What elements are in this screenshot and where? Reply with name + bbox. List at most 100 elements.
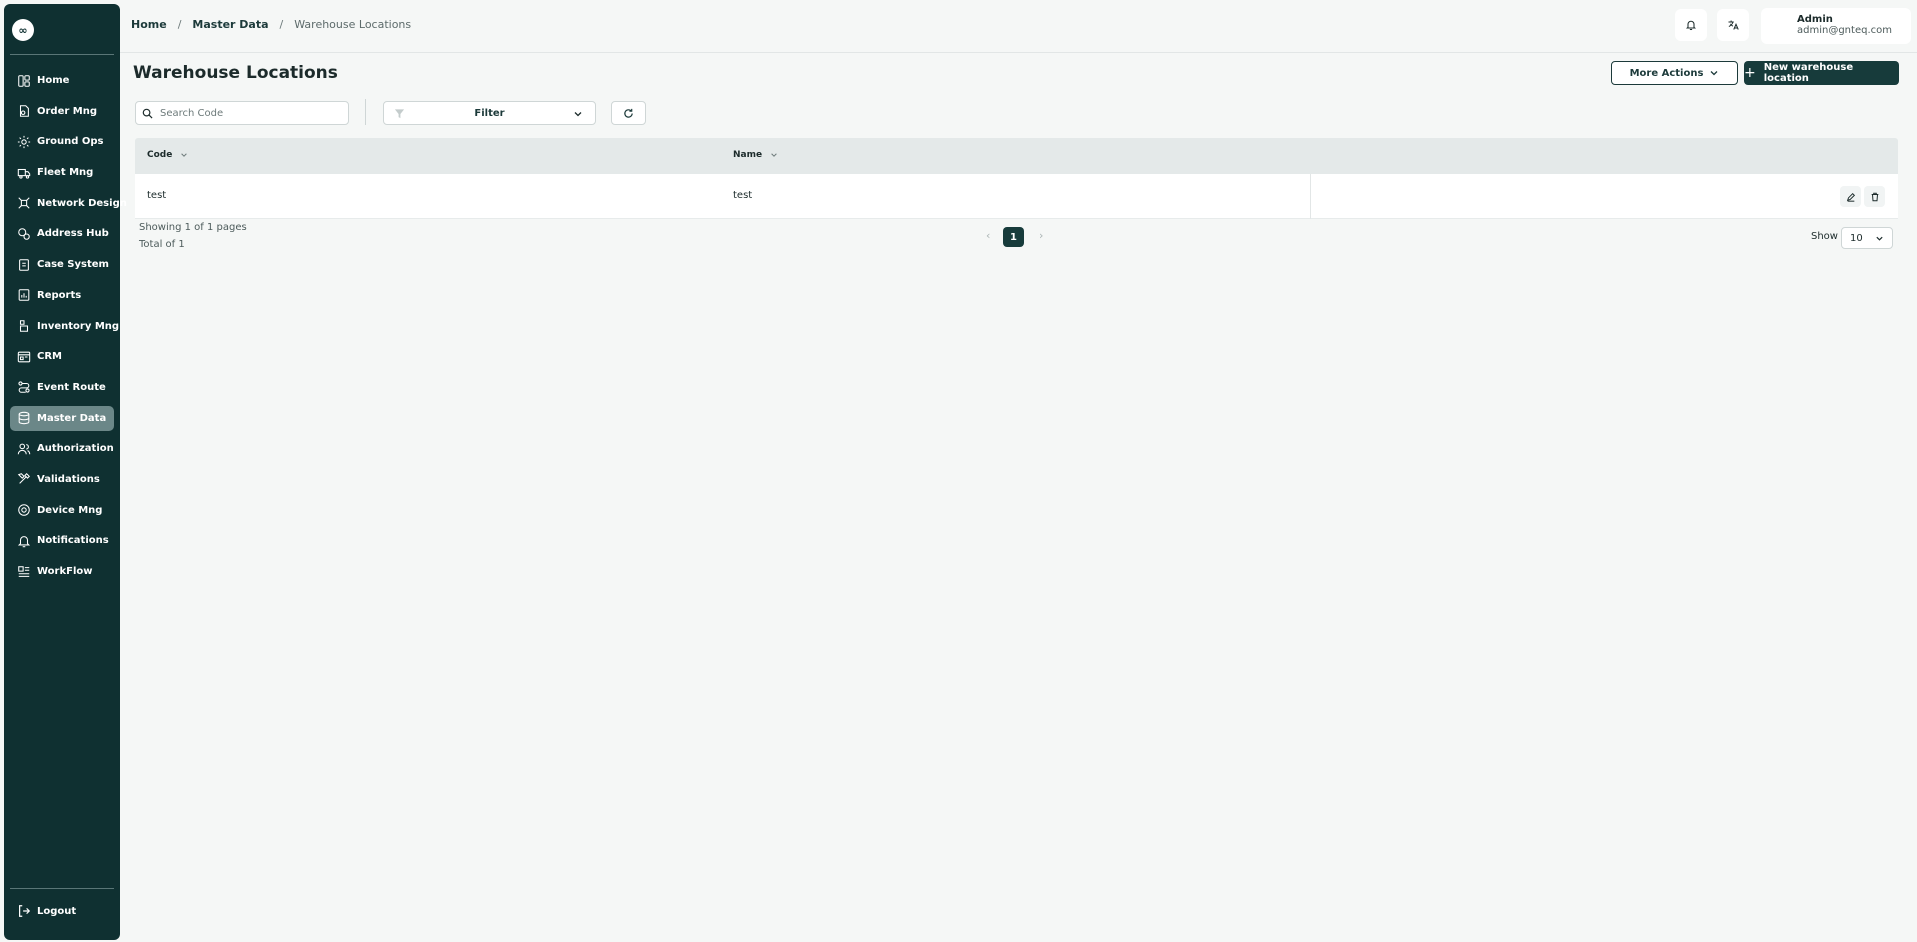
bell-icon	[1685, 20, 1697, 31]
refresh-button[interactable]	[611, 101, 646, 125]
database-icon	[17, 411, 31, 425]
address-icon	[17, 227, 31, 241]
column-header-label: Name	[733, 150, 763, 160]
translate-icon	[1728, 20, 1739, 30]
logout-button[interactable]: Logout	[17, 904, 76, 918]
previous-page-button[interactable]: ‹	[986, 229, 990, 242]
sidebar-item-notifications[interactable]: Notifications	[10, 528, 114, 553]
table-header: Code Name	[135, 138, 1898, 174]
sidebar: ∞ Home Order Mng Ground Ops Fleet Mng Networ…	[4, 4, 127, 940]
column-header-code[interactable]: Code	[147, 150, 188, 160]
breadcrumb-home[interactable]: Home	[131, 18, 167, 31]
sidebar-item-label: Authorization	[37, 443, 114, 455]
tools-icon	[17, 472, 31, 486]
bell-icon	[17, 534, 31, 548]
pagination-showing: Showing 1 of 1 pages	[139, 222, 247, 233]
notifications-button[interactable]	[1675, 9, 1707, 41]
network-icon	[17, 196, 31, 210]
filter-label: Filter	[474, 107, 505, 119]
refresh-icon	[624, 108, 633, 118]
sidebar-item-network-design[interactable]: Network Design	[10, 191, 127, 216]
order-icon	[17, 104, 31, 118]
filter-dropdown[interactable]: Filter	[383, 101, 596, 125]
sidebar-item-label: Reports	[37, 289, 82, 301]
new-button-label: New warehouse location	[1763, 62, 1854, 84]
sidebar-item-label: Master Data	[37, 412, 107, 424]
sidebar-item-crm[interactable]: CRM	[10, 344, 114, 369]
route-icon	[17, 380, 31, 394]
user-email: admin@gnteq.com	[1797, 25, 1892, 36]
sidebar-item-inventory-mng[interactable]: Inventory Mng	[10, 314, 119, 339]
sidebar-item-fleet-mng[interactable]: Fleet Mng	[10, 160, 114, 185]
chevron-down-icon	[574, 112, 582, 117]
breadcrumb-master-data[interactable]: Master Data	[192, 18, 268, 31]
table-row[interactable]: test test	[135, 174, 1898, 219]
page-size-value: 10	[1850, 232, 1863, 244]
sidebar-divider-bottom	[10, 888, 114, 889]
sidebar-item-label: Device Mng	[37, 504, 103, 516]
sidebar-item-reports[interactable]: Reports	[10, 283, 114, 308]
pagination-total: Total of 1	[139, 239, 185, 250]
cell-code: test	[147, 190, 167, 201]
breadcrumb: Home / Master Data / Warehouse Locations	[131, 18, 411, 31]
sidebar-item-address-hub[interactable]: Address Hub	[10, 221, 114, 246]
search-input[interactable]	[160, 107, 340, 119]
sidebar-item-order-mng[interactable]: Order Mng	[10, 99, 114, 124]
sidebar-item-event-route[interactable]: Event Route	[10, 375, 114, 400]
users-icon	[17, 442, 31, 456]
sidebar-item-workflow[interactable]: WorkFlow	[10, 559, 114, 584]
page-number-button[interactable]: 1	[1003, 227, 1024, 247]
sidebar-item-label: WorkFlow	[37, 566, 93, 577]
sidebar-item-ground-ops[interactable]: Ground Ops	[10, 129, 114, 154]
sidebar-item-label: Validations	[37, 473, 100, 485]
more-actions-button[interactable]: More Actions	[1611, 61, 1738, 85]
next-page-button[interactable]: ›	[1039, 229, 1043, 242]
sidebar-item-label: Order Mng	[37, 105, 98, 117]
edit-button[interactable]	[1840, 186, 1861, 207]
case-icon	[17, 258, 31, 272]
sidebar-item-label: Case System	[37, 259, 109, 271]
pencil-icon	[1846, 192, 1855, 202]
warehouse-locations-table: Code Name test test	[135, 138, 1898, 219]
breadcrumb-current: Warehouse Locations	[294, 18, 412, 31]
new-warehouse-location-button[interactable]: + New warehouse location	[1744, 61, 1899, 85]
sidebar-item-label: Network Design	[37, 197, 127, 209]
delete-button[interactable]	[1864, 186, 1885, 207]
cell-name: test	[733, 190, 753, 201]
device-icon	[17, 503, 31, 517]
truck-icon	[17, 166, 31, 180]
sidebar-item-master-data[interactable]: Master Data	[10, 405, 114, 431]
sort-chevron-icon	[771, 153, 777, 157]
sidebar-divider	[10, 54, 114, 55]
ground-ops-icon	[17, 135, 31, 149]
user-name: Admin	[1797, 14, 1833, 25]
sidebar-item-label: CRM	[37, 351, 62, 363]
inventory-icon	[17, 319, 31, 333]
search-box	[135, 101, 349, 125]
sidebar-item-validations[interactable]: Validations	[10, 467, 114, 492]
column-header-name[interactable]: Name	[733, 150, 778, 160]
page-size-select[interactable]: 10	[1841, 227, 1893, 249]
sidebar-item-label: Home	[37, 75, 70, 86]
sidebar-item-label: Address Hub	[37, 228, 109, 240]
sidebar-item-case-system[interactable]: Case System	[10, 252, 114, 277]
search-icon	[142, 108, 153, 119]
app-logo[interactable]: ∞	[12, 19, 34, 41]
sidebar-item-authorization[interactable]: Authorization	[10, 436, 114, 461]
logout-label: Logout	[37, 905, 77, 917]
more-actions-label: More Actions	[1629, 67, 1704, 79]
workflow-icon	[17, 565, 31, 579]
logout-icon	[17, 904, 31, 918]
breadcrumb-separator: /	[177, 18, 182, 31]
language-button[interactable]	[1717, 9, 1749, 41]
user-profile[interactable]: Admin admin@gnteq.com	[1761, 8, 1911, 44]
breadcrumb-separator: /	[279, 18, 284, 31]
chevron-down-icon	[1710, 71, 1718, 76]
sidebar-item-device-mng[interactable]: Device Mng	[10, 498, 114, 523]
sidebar-item-label: Inventory Mng	[37, 320, 120, 332]
sidebar-item-label: Ground Ops	[37, 136, 104, 148]
sidebar-nav: Home Order Mng Ground Ops Fleet Mng Network …	[10, 68, 127, 590]
sidebar-item-home[interactable]: Home	[10, 68, 114, 93]
home-icon	[17, 74, 31, 88]
page-title: Warehouse Locations	[133, 63, 338, 83]
